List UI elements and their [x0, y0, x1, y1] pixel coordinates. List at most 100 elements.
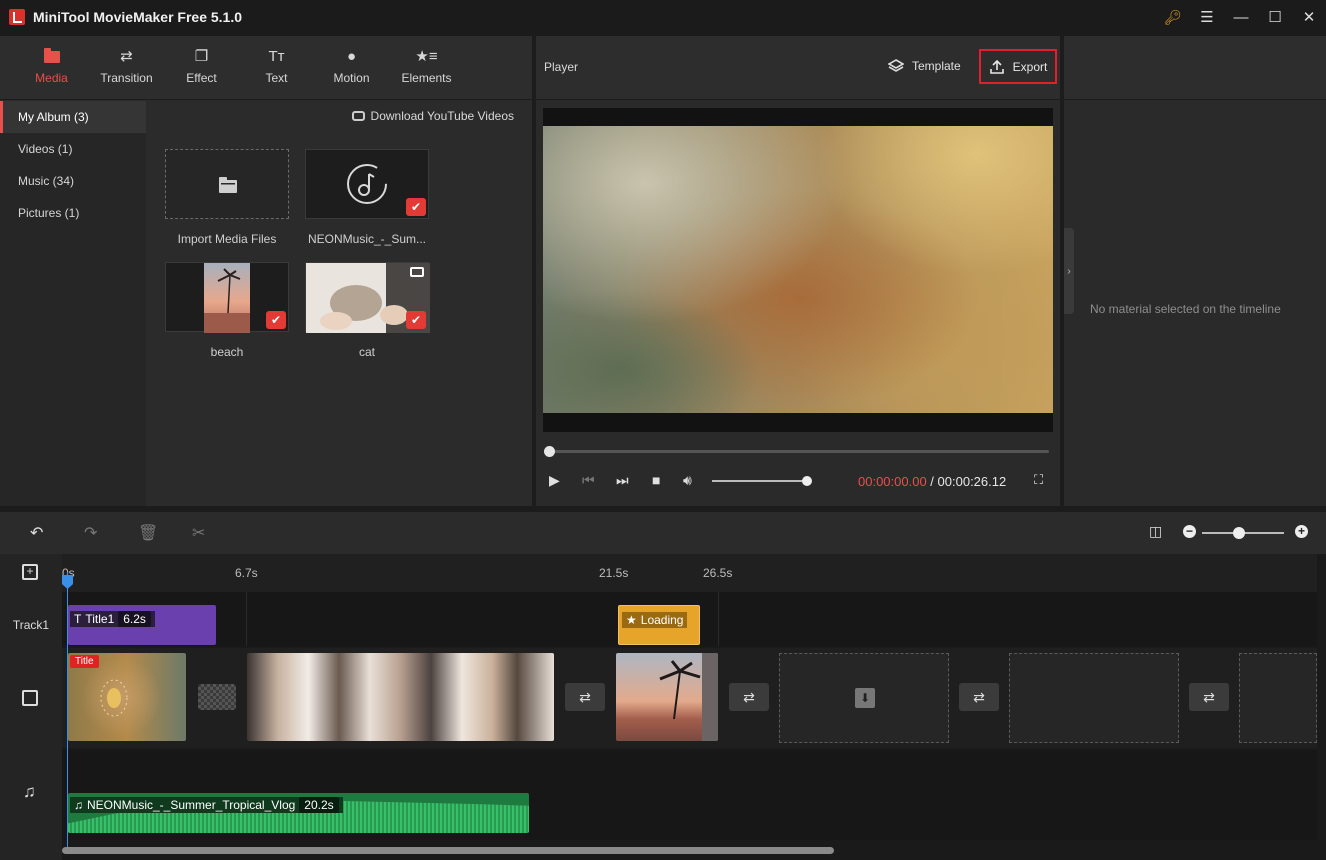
stop-button[interactable]: ■	[652, 472, 660, 488]
tab-motion-label: Motion	[333, 71, 370, 85]
music-note-icon: ♫	[23, 782, 36, 801]
export-button[interactable]: Export	[979, 49, 1057, 84]
key-icon[interactable]: 🔑︎	[1156, 0, 1190, 34]
tab-media[interactable]: Media	[14, 35, 89, 99]
window-controls: 🔑︎ ☰ — ☐ ✕	[1156, 0, 1326, 34]
selected-check-icon[interactable]: ✔	[406, 198, 426, 216]
media-item-cat[interactable]: ✔	[305, 262, 430, 333]
zoom-handle[interactable]	[1233, 527, 1245, 539]
download-youtube-link[interactable]: Download YouTube Videos	[351, 109, 514, 123]
import-media-tile[interactable]	[165, 149, 289, 219]
undo-icon[interactable]: ↶	[30, 523, 43, 543]
media-item-music-label: NEONMusic_-_Sum...	[307, 232, 427, 246]
album-pictures[interactable]: Pictures (1)	[0, 197, 146, 229]
audio-clip-duration: 20.2s	[299, 797, 339, 813]
tab-effect[interactable]: ❐ Effect	[164, 35, 239, 99]
zoom-out-icon[interactable]: −	[1183, 525, 1196, 538]
tab-text[interactable]: Tт Text	[239, 35, 314, 99]
media-panel: Media ⇄ Transition ❐ Effect Tт Text ● Mo…	[0, 36, 532, 506]
delete-icon[interactable]: 🗑︎	[138, 523, 158, 543]
empty-clip-slot[interactable]: ⬇	[779, 653, 949, 743]
menu-icon[interactable]: ☰	[1190, 0, 1224, 34]
add-track-icon[interactable]: +	[22, 564, 38, 580]
fit-timeline-icon[interactable]: ◫	[1149, 523, 1162, 540]
play-button[interactable]: ▶	[549, 472, 560, 489]
audio-clip-name: NEONMusic_-_Summer_Tropical_Vlog	[87, 798, 296, 812]
track1-row: T Title1 6.2s ★ Loading	[62, 592, 1317, 646]
previous-frame-button[interactable]: ⏮	[582, 472, 595, 489]
volume-icon[interactable]: 🔊︎	[683, 472, 692, 489]
download-youtube-label: Download YouTube Videos	[370, 109, 514, 123]
title-clip-duration: 6.2s	[118, 611, 151, 627]
track-headers: + Track1 ♫	[0, 554, 62, 860]
maximize-icon[interactable]: ☐	[1258, 0, 1292, 34]
media-item-cat-label: cat	[358, 345, 375, 359]
selected-check-icon[interactable]: ✔	[406, 311, 426, 329]
seek-handle[interactable]	[544, 446, 555, 457]
main-toolbar: Media ⇄ Transition ❐ Effect Tт Text ● Mo…	[0, 36, 532, 100]
elements-icon: ★	[626, 613, 637, 627]
close-icon[interactable]: ✕	[1292, 0, 1326, 34]
playhead-line[interactable]	[67, 572, 68, 854]
tab-elements-label: Elements	[401, 71, 452, 85]
seek-bar[interactable]	[544, 446, 1049, 457]
video-clip-beach[interactable]	[616, 653, 718, 741]
album-videos[interactable]: Videos (1)	[0, 133, 146, 165]
title-clip[interactable]: T Title1 6.2s	[68, 605, 216, 645]
media-item-beach[interactable]: ✔	[165, 262, 289, 333]
media-item-music[interactable]: ✔	[305, 149, 429, 219]
audio-clip-label: ♫ NEONMusic_-_Summer_Tropical_Vlog 20.2s	[70, 797, 343, 813]
template-button[interactable]: Template	[888, 58, 961, 74]
collapse-panel-button[interactable]: ›	[1064, 228, 1074, 314]
title-bar: MiniTool MovieMaker Free 5.1.0 🔑︎ ☰ — ☐ …	[0, 0, 1326, 34]
fullscreen-icon[interactable]: ⛶	[1034, 472, 1043, 488]
player-panel: Player Template Export ▶ ⏮ ⏭ ■ 🔊︎ 00:00:…	[536, 36, 1060, 506]
album-my-album[interactable]: My Album (3)	[0, 101, 146, 133]
video-clip-title-intro[interactable]: Title	[68, 653, 186, 741]
tab-motion[interactable]: ● Motion	[314, 35, 389, 99]
selected-check-icon[interactable]: ✔	[266, 311, 286, 329]
time-display: 00:00:00.00 / 00:00:26.12	[858, 474, 1006, 489]
video-track-row: Title ⇄ ⇄ ⬇ ⇄ ⇄	[62, 648, 1317, 748]
drop-media-icon: ⬇	[855, 688, 875, 708]
time-separator: /	[926, 474, 938, 489]
ruler-tick: 26.5s	[703, 566, 733, 580]
transparent-placeholder[interactable]	[198, 684, 236, 710]
timeline-ruler[interactable]: 0s 6.7s 21.5s 26.5s	[62, 554, 1317, 592]
empty-clip-slot[interactable]	[1239, 653, 1317, 743]
tab-media-label: Media	[35, 71, 68, 85]
media-grid: Download YouTube Videos Import Media Fil…	[146, 101, 532, 506]
split-icon[interactable]: ✂	[192, 523, 205, 543]
video-preview[interactable]	[543, 108, 1053, 432]
transition-slot-button[interactable]: ⇄	[729, 683, 769, 711]
tab-transition-label: Transition	[100, 71, 153, 85]
folder-icon	[219, 177, 237, 193]
title-clip-name: Title1	[85, 612, 115, 626]
loading-element-clip[interactable]: ★ Loading	[618, 605, 700, 645]
zoom-in-icon[interactable]: +	[1295, 525, 1308, 538]
video-clip-cat[interactable]	[247, 653, 554, 741]
redo-icon[interactable]: ↷	[84, 523, 97, 543]
ruler-tick: 21.5s	[599, 566, 629, 580]
template-label: Template	[912, 59, 961, 73]
player-title: Player	[544, 60, 579, 74]
album-music[interactable]: Music (34)	[0, 165, 146, 197]
zoom-slider[interactable]	[1202, 527, 1284, 539]
volume-slider[interactable]	[712, 476, 812, 486]
empty-clip-slot[interactable]	[1009, 653, 1179, 743]
transition-slot-button[interactable]: ⇄	[1189, 683, 1229, 711]
volume-handle[interactable]	[802, 476, 812, 486]
properties-panel: › No material selected on the timeline	[1064, 36, 1326, 506]
transition-slot-button[interactable]: ⇄	[565, 683, 605, 711]
transition-slot-button[interactable]: ⇄	[959, 683, 999, 711]
film-icon	[22, 690, 38, 706]
tab-elements[interactable]: ★≡ Elements	[389, 35, 464, 99]
audio-clip[interactable]: ♫ NEONMusic_-_Summer_Tropical_Vlog 20.2s	[68, 793, 529, 833]
current-time: 00:00:00.00	[858, 474, 927, 489]
timeline-scrollbar[interactable]	[62, 847, 834, 854]
motion-icon: ●	[346, 48, 357, 65]
ruler-tick: 6.7s	[235, 566, 258, 580]
minimize-icon[interactable]: —	[1224, 0, 1258, 34]
tab-transition[interactable]: ⇄ Transition	[89, 35, 164, 99]
next-frame-button[interactable]: ⏭	[616, 472, 629, 489]
